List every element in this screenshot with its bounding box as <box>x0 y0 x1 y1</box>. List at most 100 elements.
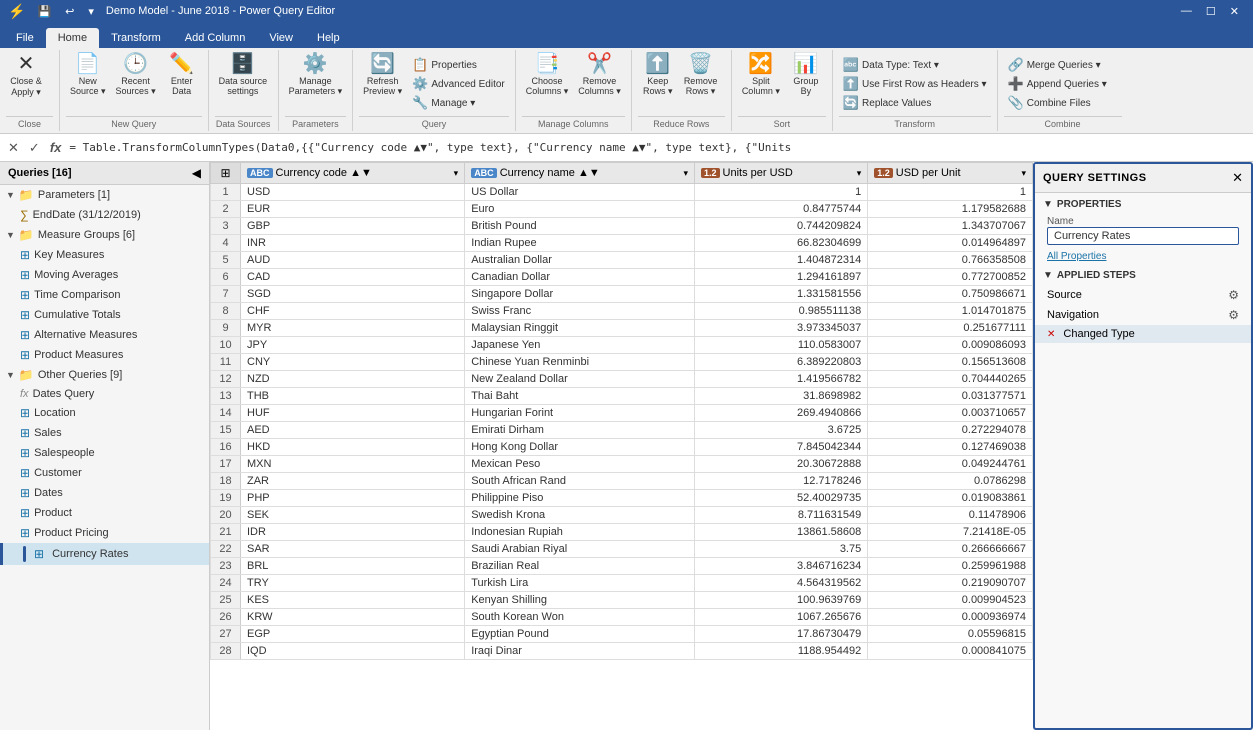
cell-units-per-usd: 110.0583007 <box>695 337 868 354</box>
col-filter-btn-usd-per-unit[interactable]: ▾ <box>1021 168 1026 179</box>
manage-button[interactable]: 🔧 Manage ▾ <box>408 94 509 112</box>
sidebar-group-header-parameters[interactable]: ▼ 📁 Parameters [1] <box>0 185 209 205</box>
sidebar-item-time-comparison[interactable]: ⊞ Time Comparison <box>0 285 209 305</box>
sidebar-item-product-pricing[interactable]: ⊞ Product Pricing <box>0 523 209 543</box>
data-source-settings-button[interactable]: 🗄️ Data sourcesettings <box>215 52 272 98</box>
col-label-currency-name: Currency name ▲▼ <box>500 167 600 179</box>
qs-step-navigation-gear[interactable]: ⚙ <box>1228 308 1239 322</box>
enter-data-button[interactable]: ✏️ EnterData <box>162 52 202 98</box>
tab-home[interactable]: Home <box>46 28 99 48</box>
group-by-button[interactable]: 📊 GroupBy <box>786 52 826 98</box>
col-filter-btn-units-per-usd[interactable]: ▾ <box>857 168 862 179</box>
table-row: 24 TRY Turkish Lira 4.564319562 0.219090… <box>211 575 1033 592</box>
sidebar-item-enddate[interactable]: ∑ EndDate (31/12/2019) <box>0 205 209 225</box>
sidebar-item-customer[interactable]: ⊞ Customer <box>0 463 209 483</box>
col-filter-btn-currency-name[interactable]: ▾ <box>683 168 688 179</box>
combine-files-button[interactable]: 📎 Combine Files <box>1004 94 1111 112</box>
sidebar-item-moving-averages[interactable]: ⊞ Moving Averages <box>0 265 209 285</box>
formula-input[interactable] <box>69 141 1249 154</box>
data-type-button[interactable]: 🔤 Data Type: Text ▾ <box>839 56 991 74</box>
new-source-button[interactable]: 📄 NewSource ▾ <box>66 52 110 99</box>
formula-confirm-btn[interactable]: ✓ <box>25 138 44 158</box>
dropdown-btn[interactable]: ▾ <box>82 0 100 22</box>
formula-cancel-btn[interactable]: ✕ <box>4 138 23 158</box>
sidebar-item-key-measures[interactable]: ⊞ Key Measures <box>0 245 209 265</box>
qs-step-navigation[interactable]: Navigation ⚙ <box>1035 305 1251 325</box>
sidebar-item-currency-rates[interactable]: ⊞ Currency Rates <box>0 543 209 565</box>
title-bar: ⚡ 💾 ↩ ▾ Demo Model - June 2018 - Power Q… <box>0 0 1253 22</box>
sidebar-item-product[interactable]: ⊞ Product <box>0 503 209 523</box>
save-btn[interactable]: 💾 <box>31 0 57 22</box>
sidebar-collapse-btn[interactable]: ◀ <box>192 166 201 180</box>
sidebar-item-label-dates: Dates <box>34 487 63 499</box>
use-first-row-button[interactable]: ⬆️ Use First Row as Headers ▾ <box>839 75 991 93</box>
split-column-button[interactable]: 🔀 SplitColumn ▾ <box>738 52 784 99</box>
row-number-cell: 21 <box>211 524 241 541</box>
undo-btn[interactable]: ↩ <box>59 0 80 22</box>
qs-step-changed-type[interactable]: ✕ Changed Type <box>1035 325 1251 343</box>
tab-add-column[interactable]: Add Column <box>173 28 258 48</box>
maximize-btn[interactable]: ☐ <box>1200 0 1222 22</box>
data-area: ⊞ ABC Currency code ▲▼ ▾ ABC <box>210 162 1033 730</box>
qs-step-changed-type-delete[interactable]: ✕ <box>1047 329 1055 340</box>
formula-fx-btn[interactable]: fx <box>46 138 66 158</box>
query-settings-close-btn[interactable]: ✕ <box>1232 170 1243 186</box>
sidebar-item-location[interactable]: ⊞ Location <box>0 403 209 423</box>
manage-parameters-button[interactable]: ⚙️ ManageParameters ▾ <box>285 52 347 99</box>
cell-usd-per-unit: 0.704440265 <box>868 371 1033 388</box>
cell-units-per-usd: 3.75 <box>695 541 868 558</box>
cell-currency-name: Japanese Yen <box>465 337 695 354</box>
tab-transform[interactable]: Transform <box>99 28 173 48</box>
recent-sources-button[interactable]: 🕒 RecentSources ▾ <box>112 52 160 99</box>
close-btn[interactable]: ✕ <box>1224 0 1245 22</box>
sidebar-item-dates[interactable]: ⊞ Dates <box>0 483 209 503</box>
table-icon: ⊞ <box>20 466 30 480</box>
sidebar-item-cumulative-totals[interactable]: ⊞ Cumulative Totals <box>0 305 209 325</box>
col-filter-btn-currency-code[interactable]: ▾ <box>454 168 459 179</box>
split-column-icon: 🔀 <box>748 54 773 74</box>
col-header-units-per-usd[interactable]: 1.2 Units per USD ▾ <box>695 163 868 184</box>
sidebar-item-alternative-measures[interactable]: ⊞ Alternative Measures <box>0 325 209 345</box>
cell-units-per-usd: 1.404872314 <box>695 252 868 269</box>
table-row: 22 SAR Saudi Arabian Riyal 3.75 0.266666… <box>211 541 1033 558</box>
cell-units-per-usd: 13861.58608 <box>695 524 868 541</box>
qs-step-source[interactable]: Source ⚙ <box>1035 285 1251 305</box>
col-header-currency-code[interactable]: ABC Currency code ▲▼ ▾ <box>241 163 465 184</box>
tab-file[interactable]: File <box>4 28 46 48</box>
qs-step-source-gear[interactable]: ⚙ <box>1228 288 1239 302</box>
keep-rows-button[interactable]: ⬆️ KeepRows ▾ <box>638 52 678 99</box>
cell-currency-code: TRY <box>241 575 465 592</box>
replace-values-button[interactable]: 🔄 Replace Values <box>839 94 991 112</box>
cell-units-per-usd: 1.331581556 <box>695 286 868 303</box>
sidebar-item-product-measures[interactable]: ⊞ Product Measures <box>0 345 209 365</box>
remove-columns-button[interactable]: ✂️ RemoveColumns ▾ <box>574 52 625 99</box>
append-queries-button[interactable]: ➕ Append Queries ▾ <box>1004 75 1111 93</box>
sidebar-item-salespeople[interactable]: ⊞ Salespeople <box>0 443 209 463</box>
sidebar-group-header-other[interactable]: ▼ 📁 Other Queries [9] <box>0 365 209 385</box>
qs-name-value[interactable]: Currency Rates <box>1047 227 1239 245</box>
remove-rows-button[interactable]: 🗑️ RemoveRows ▾ <box>680 52 722 99</box>
qs-step-source-name: Source <box>1047 289 1082 301</box>
sidebar-group-header-measure[interactable]: ▼ 📁 Measure Groups [6] <box>0 225 209 245</box>
new-source-icon: 📄 <box>75 54 100 74</box>
refresh-preview-button[interactable]: 🔄 RefreshPreview ▾ <box>359 52 406 99</box>
sidebar-item-sales[interactable]: ⊞ Sales <box>0 423 209 443</box>
col-header-currency-name[interactable]: ABC Currency name ▲▼ ▾ <box>465 163 695 184</box>
data-table-wrapper[interactable]: ⊞ ABC Currency code ▲▼ ▾ ABC <box>210 162 1033 730</box>
choose-columns-button[interactable]: 📑 ChooseColumns ▾ <box>522 52 573 99</box>
col-header-usd-per-unit[interactable]: 1.2 USD per Unit ▾ <box>868 163 1033 184</box>
tab-help[interactable]: Help <box>305 28 352 48</box>
window-controls-left[interactable]: 💾 ↩ ▾ <box>31 0 99 22</box>
advanced-editor-button[interactable]: ⚙️ Advanced Editor <box>408 75 509 93</box>
minimize-btn[interactable]: — <box>1175 0 1198 22</box>
properties-button[interactable]: 📋 Properties <box>408 56 509 74</box>
cell-units-per-usd: 17.86730479 <box>695 626 868 643</box>
tab-view[interactable]: View <box>257 28 305 48</box>
sidebar-item-dates-query[interactable]: fx Dates Query <box>0 385 209 403</box>
qs-all-properties-link[interactable]: All Properties <box>1035 249 1251 264</box>
merge-queries-button[interactable]: 🔗 Merge Queries ▾ <box>1004 56 1111 74</box>
cell-currency-name: Turkish Lira <box>465 575 695 592</box>
cell-usd-per-unit: 1.179582688 <box>868 201 1033 218</box>
close-apply-button[interactable]: ✕ Close &Apply ▾ <box>6 52 46 100</box>
table-row: 8 CHF Swiss Franc 0.985511138 1.01470187… <box>211 303 1033 320</box>
